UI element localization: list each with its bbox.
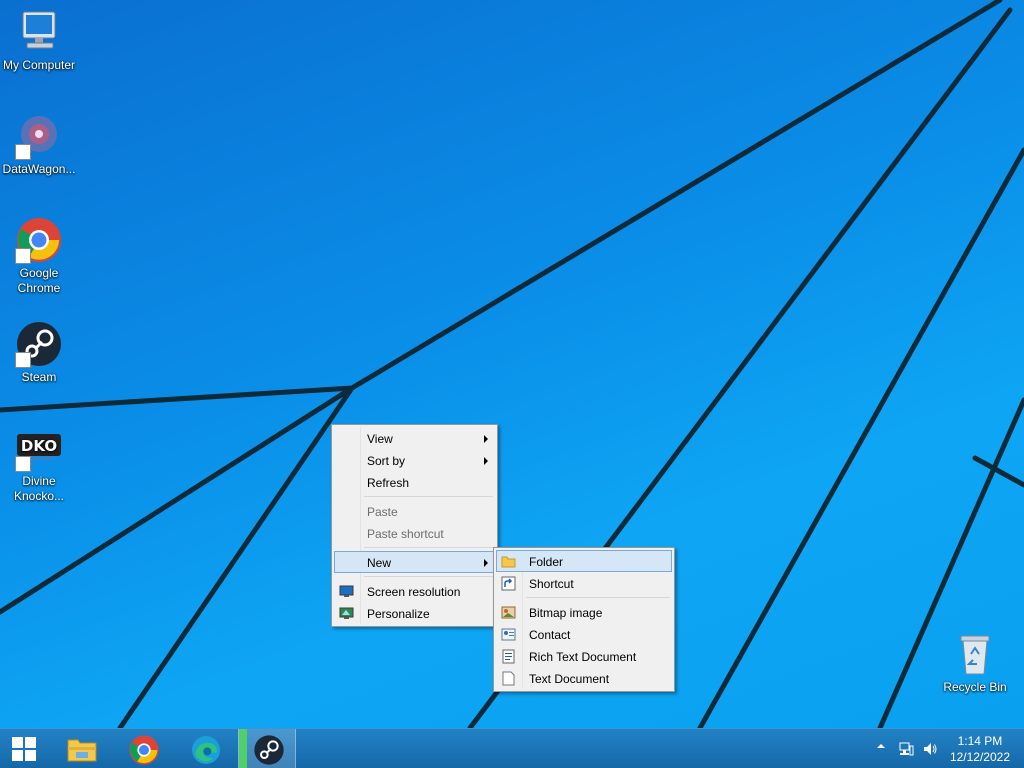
shortcut-icon: [501, 576, 516, 591]
menu-item-sort-by[interactable]: Sort by: [334, 449, 495, 471]
submenu-item-contact[interactable]: Contact: [496, 623, 672, 645]
desktop-icon-datawagon[interactable]: DataWagon...: [0, 112, 78, 177]
menu-item-label: Rich Text Document: [529, 650, 637, 664]
new-submenu: Folder Shortcut Bitmap image Contact Ric…: [493, 547, 675, 692]
menu-item-personalize[interactable]: Personalize: [334, 602, 495, 624]
menu-separator: [364, 547, 493, 548]
desktop[interactable]: My Computer DataWagon... Google Chrome S…: [0, 0, 1024, 728]
clock-date: 12/12/2022: [949, 750, 1010, 764]
menu-item-paste: Paste: [334, 500, 495, 522]
personalize-icon: [339, 607, 354, 619]
taskbar-file-explorer[interactable]: [52, 729, 110, 768]
submenu-arrow-icon: [484, 435, 488, 443]
recycle-bin-icon: [951, 630, 999, 678]
shortcut-arrow-icon: [15, 352, 31, 368]
menu-item-refresh[interactable]: Refresh: [334, 471, 495, 493]
desktop-icon-label: My Computer: [2, 58, 76, 72]
submenu-item-text-document[interactable]: Text Document: [496, 667, 672, 689]
menu-item-label: Folder: [529, 555, 564, 569]
folder-icon: [501, 556, 516, 568]
menu-item-view[interactable]: View: [334, 427, 495, 449]
my-computer-icon: [15, 8, 63, 56]
shortcut-arrow-icon: [15, 248, 31, 264]
contact-icon: [501, 628, 516, 641]
svg-text:DKO: DKO: [21, 437, 57, 455]
edge-icon: [192, 736, 220, 764]
network-icon[interactable]: [898, 741, 914, 757]
desktop-icon-divine-knockout[interactable]: DKO Divine Knocko...: [0, 424, 78, 504]
menu-item-label: New: [367, 556, 392, 570]
dko-icon: DKO: [15, 424, 63, 472]
taskbar-edge[interactable]: [176, 729, 234, 768]
menu-item-label: Bitmap image: [529, 606, 603, 620]
file-explorer-icon: [67, 739, 97, 762]
menu-separator: [526, 597, 670, 598]
chrome-icon: [15, 216, 63, 264]
submenu-item-shortcut[interactable]: Shortcut: [496, 572, 672, 594]
steam-icon: [254, 735, 284, 765]
desktop-icon-label: Steam: [21, 370, 57, 384]
datawagon-icon: [15, 112, 63, 160]
bitmap-icon: [501, 606, 516, 619]
menu-item-label: Text Document: [529, 672, 610, 686]
menu-separator: [364, 576, 493, 577]
chrome-icon: [129, 735, 159, 765]
submenu-item-folder[interactable]: Folder: [496, 550, 672, 572]
desktop-icon-label: DataWagon...: [2, 162, 76, 176]
screen-resolution-icon: [339, 585, 354, 597]
menu-item-label: Sort by: [367, 454, 406, 468]
menu-item-paste-shortcut: Paste shortcut: [334, 522, 495, 544]
desktop-icon-label: Recycle Bin: [943, 680, 1007, 694]
shortcut-arrow-icon: [15, 144, 31, 160]
desktop-icon-google-chrome[interactable]: Google Chrome: [0, 216, 78, 296]
menu-separator: [364, 496, 493, 497]
rich-text-icon: [502, 649, 515, 664]
menu-item-label: Personalize: [367, 607, 430, 621]
submenu-arrow-icon: [484, 457, 488, 465]
start-icon: [12, 737, 36, 761]
submenu-item-rich-text-document[interactable]: Rich Text Document: [496, 645, 672, 667]
volume-icon[interactable]: [922, 741, 938, 757]
start-button[interactable]: [0, 729, 48, 768]
submenu-item-bitmap-image[interactable]: Bitmap image: [496, 601, 672, 623]
submenu-arrow-icon: [484, 559, 488, 567]
menu-item-label: Refresh: [367, 476, 410, 490]
taskbar: 1:14 PM 12/12/2022: [0, 728, 1024, 768]
desktop-icon-recycle-bin[interactable]: Recycle Bin: [936, 630, 1014, 695]
menu-item-label: Contact: [529, 628, 571, 642]
system-clock[interactable]: 1:14 PM 12/12/2022: [950, 733, 1010, 765]
taskbar-steam[interactable]: [238, 729, 296, 768]
desktop-context-menu: View Sort by Refresh Paste Paste shortcu…: [331, 424, 498, 627]
desktop-icon-my-computer[interactable]: My Computer: [0, 8, 78, 73]
menu-item-label: Paste: [367, 505, 398, 519]
clock-time: 1:14 PM: [957, 734, 1003, 748]
show-hidden-icons-chevron-icon[interactable]: [876, 741, 886, 751]
menu-item-screen-resolution[interactable]: Screen resolution: [334, 580, 495, 602]
desktop-icon-label: Google Chrome: [17, 266, 61, 295]
desktop-icon-steam[interactable]: Steam: [0, 320, 78, 385]
shortcut-arrow-icon: [15, 456, 31, 472]
text-document-icon: [502, 671, 515, 686]
steam-icon: [15, 320, 63, 368]
menu-item-new[interactable]: New: [334, 551, 495, 573]
menu-item-label: Screen resolution: [367, 585, 461, 599]
menu-item-label: Shortcut: [529, 577, 574, 591]
menu-item-label: View: [367, 432, 393, 446]
desktop-icon-label: Divine Knocko...: [13, 474, 65, 503]
taskbar-chrome[interactable]: [114, 729, 172, 768]
menu-item-label: Paste shortcut: [367, 527, 444, 541]
